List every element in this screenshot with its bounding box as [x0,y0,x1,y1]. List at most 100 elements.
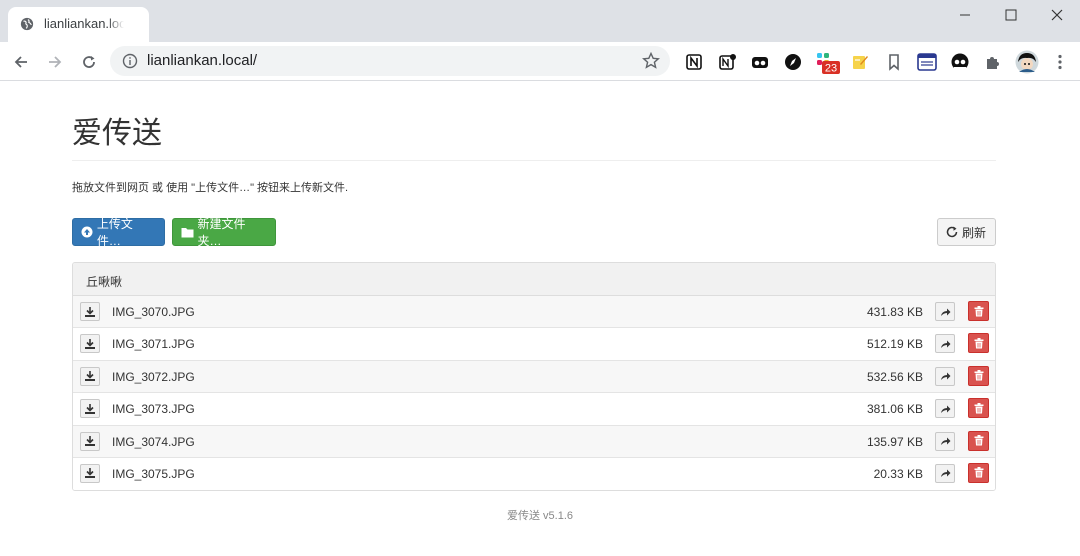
file-size: 532.56 KB [866,369,923,384]
file-name[interactable]: IMG_3071.JPG [112,337,195,351]
file-name[interactable]: IMG_3073.JPG [112,402,195,416]
back-arrow-icon [14,56,27,68]
extensions-puzzle-icon[interactable] [983,52,1003,72]
download-icon [85,403,95,414]
glasses-extension-icon[interactable] [750,52,770,72]
notion-extension-icon[interactable] [684,52,704,72]
delete-button[interactable] [968,365,989,386]
file-list-panel: 丘啾啾 IMG_3070.JPG 431.83 KB IMG_3071.JPG … [72,262,996,491]
file-row: IMG_3070.JPG 431.83 KB [73,296,995,329]
download-icon [85,338,95,349]
maximize-icon [1005,9,1017,21]
maximize-button[interactable] [988,0,1034,30]
reload-icon [83,56,95,68]
trash-icon [974,435,983,446]
browser-titlebar: lianliankan.local/ [0,0,1080,42]
trash-icon [974,305,983,316]
share-button[interactable] [935,366,955,386]
upload-circle-icon [81,226,93,238]
file-size: 135.97 KB [866,434,923,449]
minimize-button[interactable] [942,0,988,30]
upload-instructions: 拖放文件到网页 或 使用 "上传文件…" 按钮来上传新文件. [72,182,349,194]
browser-tab[interactable]: lianliankan.local/ [8,7,149,42]
tab-title: lianliankan.local/ [44,16,124,31]
minimize-icon [960,14,970,16]
share-button[interactable] [935,302,955,321]
file-row: IMG_3071.JPG 512.19 KB [73,328,995,361]
trash-icon [974,337,983,349]
file-row: IMG_3073.JPG 381.06 KB [73,393,995,426]
delete-button[interactable] [968,301,989,321]
avatar-extension-icon[interactable] [950,52,970,72]
file-name[interactable]: IMG_3075.JPG [112,467,195,481]
file-size: 20.33 KB [873,466,923,481]
back-button[interactable] [7,48,35,76]
share-arrow-icon [940,437,950,446]
file-row: IMG_3072.JPG 532.56 KB [73,360,995,394]
close-window-button[interactable] [1034,0,1080,30]
download-button[interactable] [80,431,100,451]
new-folder-button-label: 新建文件夹… [197,217,246,248]
share-button[interactable] [935,431,955,451]
page-title: 爱传送 [72,117,162,150]
address-url: lianliankan.local/ [147,52,258,69]
window-extension-icon[interactable] [917,52,937,72]
folder-icon [181,227,194,237]
download-button[interactable] [80,366,100,386]
bookmark-star-icon[interactable] [642,52,660,70]
folder-header: 丘啾啾 [73,263,995,296]
address-bar[interactable]: lianliankan.local/ [110,46,670,76]
share-arrow-icon [940,308,950,316]
download-icon [85,306,95,317]
refresh-button[interactable]: 刷新 [937,218,996,246]
download-icon [85,371,95,382]
slack-extension-icon[interactable]: 23 [816,52,840,75]
info-icon[interactable] [122,53,138,69]
download-icon [85,436,95,447]
reload-button[interactable] [75,48,103,76]
file-row: IMG_3074.JPG 135.97 KB [73,425,995,458]
new-folder-button[interactable]: 新建文件夹… [172,217,276,248]
title-divider [72,160,996,161]
delete-button[interactable] [968,398,989,419]
share-arrow-icon [940,469,950,478]
delete-button[interactable] [968,462,989,483]
file-name[interactable]: IMG_3074.JPG [112,435,195,449]
share-button[interactable] [935,334,955,354]
share-arrow-icon [940,405,950,413]
refresh-icon [946,226,958,238]
file-name[interactable]: IMG_3070.JPG [112,305,195,319]
upload-button[interactable]: 上传文件… [72,217,165,248]
share-arrow-icon [940,340,950,348]
delete-button[interactable] [968,430,989,451]
profile-avatar[interactable] [1015,50,1039,74]
upload-button-label: 上传文件… [96,217,133,248]
download-button[interactable] [80,302,100,321]
compass-extension-icon[interactable] [783,52,803,72]
notes-extension-icon[interactable] [850,52,870,72]
file-size: 381.06 KB [866,402,923,417]
delete-button[interactable] [968,333,989,354]
globe-icon [20,17,34,31]
share-button[interactable] [935,463,955,483]
download-button[interactable] [80,399,100,419]
forward-arrow-icon [49,56,62,68]
trash-icon [974,467,983,478]
close-icon [1051,9,1063,21]
footer-version: 爱传送 v5.1.6 [506,510,574,522]
share-arrow-icon [940,372,950,381]
download-button[interactable] [80,334,100,354]
file-name[interactable]: IMG_3072.JPG [112,370,195,384]
download-icon [85,468,95,479]
forward-button[interactable] [41,48,69,76]
browser-toolbar: lianliankan.local/ 23 [0,42,1080,81]
notion-clipper-extension-icon[interactable] [717,52,737,72]
trash-icon [974,370,983,381]
download-button[interactable] [80,463,100,483]
browser-menu-button[interactable] [1050,52,1070,72]
extension-badge: 23 [825,63,837,75]
file-size: 512.19 KB [866,337,923,352]
file-size: 431.83 KB [866,305,923,319]
share-button[interactable] [935,399,955,419]
bookmark-extension-icon[interactable] [884,52,904,72]
